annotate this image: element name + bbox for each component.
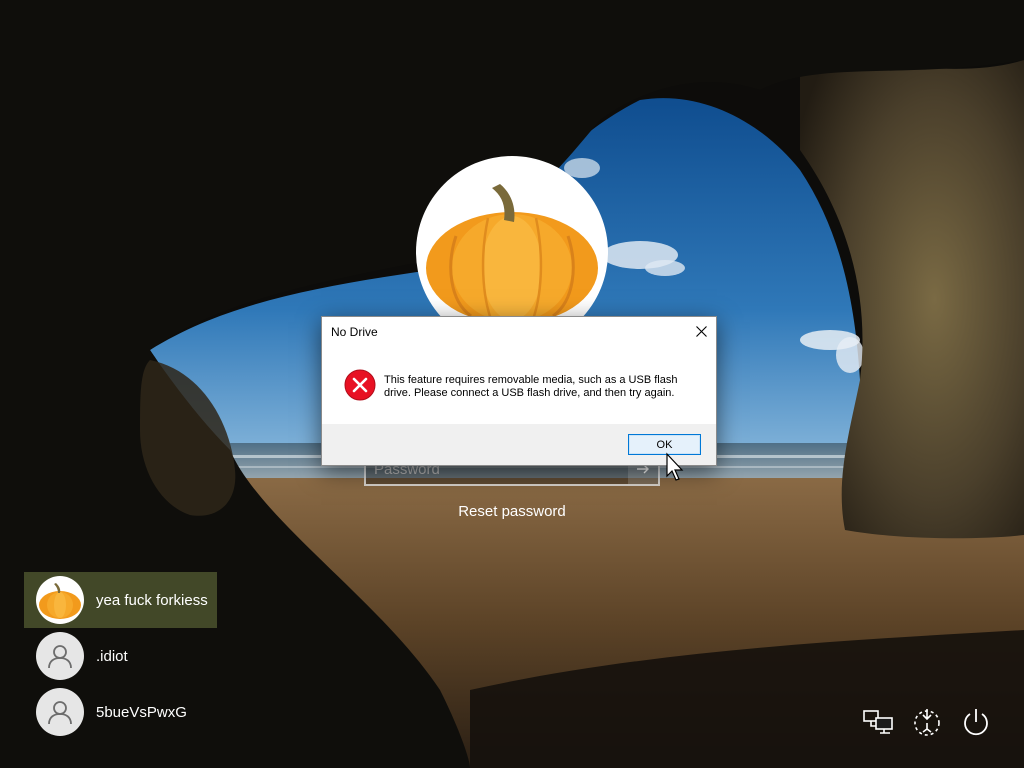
user-name: .idiot [96, 647, 128, 665]
ease-of-access-button[interactable] [911, 706, 943, 738]
user-avatar-generic [36, 632, 84, 680]
pumpkin-icon [39, 583, 81, 619]
power-icon [964, 709, 988, 736]
generic-user-icon [48, 645, 72, 669]
network-button[interactable] [862, 706, 894, 738]
dialog-message: This feature requires removable media, s… [384, 374, 678, 399]
generic-user-icon [48, 701, 72, 725]
error-icon [344, 369, 376, 401]
dialog-body: This feature requires removable media, s… [322, 347, 716, 425]
user-avatar-pumpkin [36, 576, 84, 624]
error-dialog: No Drive This feature requires removable… [321, 316, 717, 466]
user-name: 5bueVsPwxG [96, 703, 187, 721]
network-icon [863, 710, 893, 734]
user-avatar-generic [36, 688, 84, 736]
user-list-item[interactable]: 5bueVsPwxG [24, 684, 217, 740]
lock-screen: Reset password No Drive This feature req… [0, 0, 1024, 768]
dialog-footer: OK [322, 424, 716, 465]
close-icon [695, 325, 707, 337]
reset-password-link[interactable]: Reset password [412, 503, 612, 520]
dialog-close-button[interactable] [686, 317, 716, 345]
user-list-item-selected[interactable]: yea fuck forkiess [24, 572, 217, 628]
dialog-title: No Drive [331, 325, 378, 339]
user-name: yea fuck forkiess [96, 591, 208, 609]
ease-of-access-icon [914, 709, 940, 736]
mouse-cursor-icon [666, 452, 684, 481]
user-list-item[interactable]: .idiot [24, 628, 217, 684]
power-button[interactable] [960, 706, 992, 738]
